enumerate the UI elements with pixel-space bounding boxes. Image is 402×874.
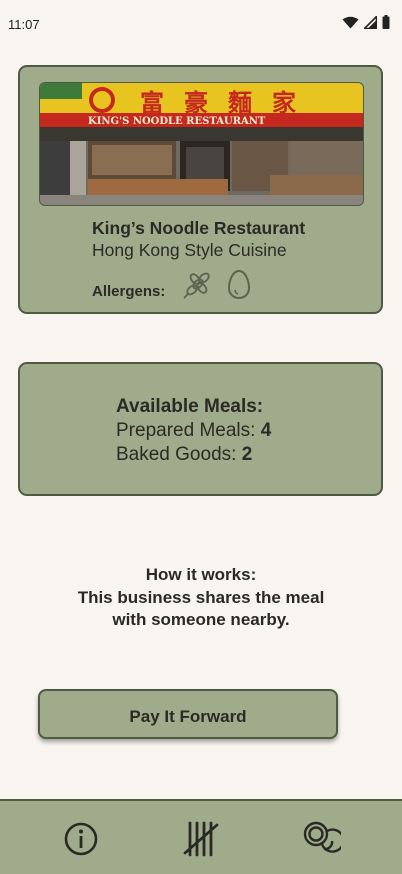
battery-icon <box>382 15 390 29</box>
egg-icon <box>227 269 251 300</box>
prepared-meals-row: Prepared Meals: 4 <box>116 420 271 442</box>
how-it-works-text: This business shares the meal with someo… <box>77 588 325 629</box>
restaurant-name: King’s Noodle Restaurant <box>92 218 306 238</box>
tally-icon[interactable] <box>181 819 221 859</box>
photo-sign-english: KING'S NOODLE RESTAURANT <box>88 116 266 127</box>
bottom-nav <box>0 799 402 874</box>
info-icon[interactable] <box>61 819 101 859</box>
available-meals-card: Available Meals: Prepared Meals: 4 Baked… <box>18 362 383 496</box>
pay-it-forward-button[interactable]: Pay It Forward <box>38 689 338 739</box>
restaurant-cuisine: Hong Kong Style Cuisine <box>92 240 287 260</box>
baked-goods-row: Baked Goods: 2 <box>116 444 252 466</box>
prepared-meals-count: 4 <box>260 420 272 441</box>
wheat-icon <box>183 272 210 299</box>
baked-goods-label: Baked Goods: <box>116 444 242 465</box>
restaurant-photo: 富豪麵家 KING'S NOODLE RESTAURANT <box>39 82 364 206</box>
baked-goods-count: 2 <box>241 444 253 465</box>
status-time: 11:07 <box>8 17 40 32</box>
signal-icon <box>364 15 377 29</box>
restaurant-card[interactable]: 富豪麵家 KING'S NOODLE RESTAURANT King’s Noo… <box>18 65 383 314</box>
meals-title: Available Meals: <box>116 396 264 417</box>
coins-icon[interactable] <box>301 819 341 859</box>
status-bar: 11:07 <box>0 0 402 48</box>
prepared-meals-label: Prepared Meals: <box>116 420 261 441</box>
status-icons <box>342 15 390 29</box>
photo-sign-chinese: 富豪麵家 <box>140 88 316 117</box>
wifi-icon <box>342 16 359 28</box>
allergens-label: Allergens: <box>92 283 166 300</box>
how-it-works-title: How it works: <box>145 565 257 584</box>
